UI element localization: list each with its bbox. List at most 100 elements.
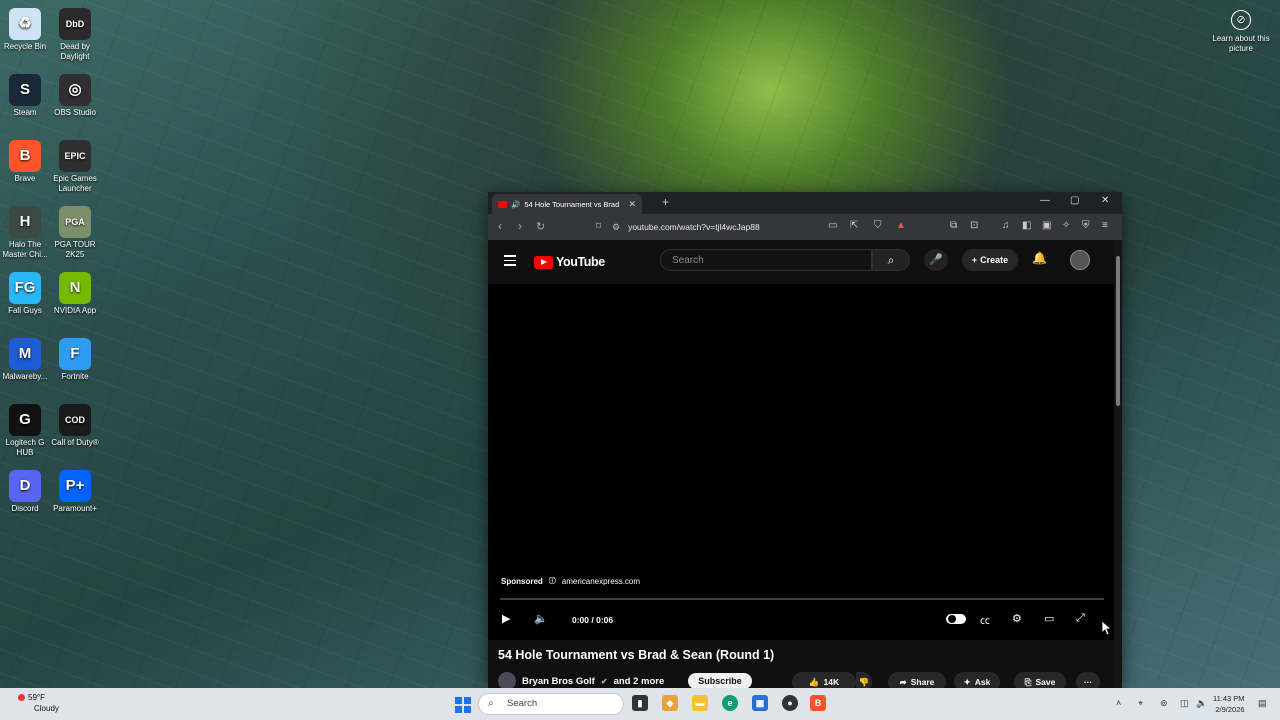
captions-icon[interactable]: ㏄ (980, 612, 990, 627)
new-tab-icon[interactable]: + (662, 195, 669, 209)
bookmark-icon[interactable]: ⌑ (596, 221, 601, 232)
media-icon[interactable]: ♫ (1002, 220, 1010, 231)
desktop-icon-label: Paramount+ (53, 504, 97, 513)
screenshot-icon[interactable]: ⊡ (970, 220, 978, 231)
desktop-icon[interactable]: EPIC Epic Games Launcher (48, 140, 102, 194)
fullscreen-icon[interactable]: ⤢ (1076, 612, 1085, 625)
desktop-icon[interactable]: B Brave (0, 140, 52, 184)
share-page-icon[interactable]: ⇱ (850, 220, 858, 231)
network-icon[interactable]: ◫ (1180, 698, 1189, 709)
copilot-icon[interactable]: ◆ (662, 695, 678, 711)
theater-mode-icon[interactable]: ▭ (1044, 612, 1054, 625)
url-text: youtube.com/watch?v=tjl4wcJap88 (628, 222, 760, 232)
desktop-icon-label: Halo The Master Chi... (2, 240, 48, 259)
ask-button[interactable]: ✦ Ask (954, 672, 1000, 688)
vpn-icon[interactable]: ⛨ (1082, 220, 1090, 231)
minimize-icon[interactable]: — (1040, 195, 1050, 206)
save-button[interactable]: ⎘ Save (1014, 672, 1066, 688)
weather-widget[interactable]: 59°F Cloudy (18, 692, 59, 714)
brave-rewards-icon[interactable]: ▲ (896, 220, 906, 231)
video-player[interactable] (488, 284, 1114, 640)
tray-app-icon[interactable]: ⌖ (1138, 698, 1143, 709)
sparkle-icon: ✦ (963, 676, 971, 687)
edge-icon[interactable]: e (722, 695, 738, 711)
play-icon[interactable]: ▶ (502, 612, 510, 625)
forward-icon[interactable]: › (518, 219, 522, 233)
progress-bar[interactable] (500, 598, 1104, 600)
desktop-icon[interactable]: D Discord (0, 470, 52, 514)
app-icon: PGA (59, 206, 91, 238)
extensions-icon[interactable]: ⧉ (950, 220, 957, 231)
desktop-icon-label: Recycle Bin (3, 42, 47, 51)
taskbar-search[interactable]: ⌕ Search (478, 693, 624, 715)
settings-gear-icon[interactable]: ⚙ (1012, 612, 1022, 625)
desktop-icon[interactable]: H Halo The Master Chi... (0, 206, 52, 260)
channel-avatar[interactable] (498, 672, 516, 688)
desktop-icon[interactable]: COD Call of Duty® (48, 404, 102, 448)
subscribe-button[interactable]: Subscribe (688, 673, 752, 688)
info-icon[interactable]: ⓘ (549, 576, 556, 586)
volume-icon[interactable]: 🔈 (534, 612, 548, 625)
windows-start-icon[interactable] (455, 697, 471, 713)
youtube-search-input[interactable]: Search (660, 249, 872, 271)
close-tab-icon[interactable]: ✕ (628, 199, 636, 210)
sponsor-domain[interactable]: americanexpress.com (562, 577, 640, 586)
store-icon[interactable]: ▦ (752, 695, 768, 711)
desktop-icon[interactable]: PGA PGA TOUR 2K25 (48, 206, 102, 260)
tray-overflow-icon[interactable]: ˄ (1116, 698, 1121, 708)
maximize-icon[interactable]: ▢ (1070, 195, 1079, 206)
create-button[interactable]: + Create (962, 249, 1018, 271)
weather-condition: Cloudy (34, 704, 59, 713)
desktop-icon[interactable]: FG Fall Guys (0, 272, 52, 316)
desktop-icon[interactable]: G Logitech G HUB (0, 404, 52, 458)
back-icon[interactable]: ‹ (498, 219, 502, 233)
desktop-icon-label: OBS Studio (54, 108, 96, 117)
leo-ai-icon[interactable]: ✧ (1062, 220, 1070, 231)
sponsored-ad-label[interactable]: Sponsored ⓘ americanexpress.com (501, 576, 640, 586)
desktop-icon[interactable]: F Fortnite (48, 338, 102, 382)
learn-about-picture[interactable]: ⊘ Learn about this picture (1212, 10, 1270, 54)
app-icon[interactable]: ● (782, 695, 798, 711)
app-icon: COD (59, 404, 91, 436)
hamburger-menu-icon[interactable] (504, 255, 516, 269)
search-icon[interactable]: ⌕ (872, 249, 910, 271)
task-view-icon[interactable]: ▮ (632, 695, 648, 711)
app-icon: D (9, 470, 41, 502)
volume-tray-icon[interactable]: 🔈 (1196, 698, 1207, 709)
desktop-icon[interactable]: N NVIDIA App (48, 272, 102, 316)
menu-icon[interactable]: ≡ (1102, 220, 1108, 231)
browser-tab[interactable]: 🔊 54 Hole Tournament vs Brad ✕ (492, 194, 642, 214)
wifi-icon[interactable]: ⊚ (1160, 698, 1168, 709)
desktop-icon[interactable]: P+ Paramount+ (48, 470, 102, 514)
like-button[interactable]: 👍 14K (792, 672, 856, 688)
desktop-icon[interactable]: ◎ OBS Studio (48, 74, 102, 118)
dislike-button[interactable]: 👎 (856, 672, 872, 688)
page-scrollbar[interactable] (1114, 240, 1122, 688)
close-window-icon[interactable]: ✕ (1101, 195, 1109, 206)
brave-shields-icon[interactable]: ⛉ (874, 220, 882, 231)
file-explorer-icon[interactable]: ▬ (692, 695, 708, 711)
channel-name[interactable]: Bryan Bros Golf (522, 676, 595, 687)
channel-more[interactable]: and 2 more (614, 676, 665, 687)
system-clock[interactable]: 11:43 PM 2/9/2026 (1213, 693, 1245, 715)
sidebar-icon[interactable]: ◧ (1022, 220, 1031, 231)
more-actions-icon[interactable]: ··· (1076, 672, 1100, 688)
app-icon: DbD (59, 8, 91, 40)
app-icon: FG (9, 272, 41, 304)
reload-icon[interactable]: ↻ (536, 220, 545, 233)
youtube-logo[interactable]: YouTube (534, 255, 605, 269)
autoplay-toggle[interactable] (946, 614, 966, 624)
microphone-icon[interactable]: 🎤 (924, 249, 948, 271)
desktop-icon[interactable]: S Steam (0, 74, 52, 118)
account-avatar[interactable] (1070, 250, 1090, 270)
notifications-bell-icon[interactable]: 🔔 (1032, 251, 1047, 265)
wallet-icon[interactable]: ▣ (1042, 220, 1051, 231)
desktop-icon[interactable]: DbD Dead by Daylight (48, 8, 102, 62)
desktop-icon[interactable]: ♻ Recycle Bin (0, 8, 52, 52)
cast-icon[interactable]: ▭ (828, 220, 837, 231)
brave-taskbar-icon[interactable]: B (810, 695, 826, 711)
desktop-icon[interactable]: M Malwareby... (0, 338, 52, 382)
notification-icon[interactable]: ▤ (1258, 698, 1267, 709)
site-info-icon[interactable]: ⚙ (612, 222, 620, 233)
share-button[interactable]: ➦ Share (888, 672, 946, 688)
